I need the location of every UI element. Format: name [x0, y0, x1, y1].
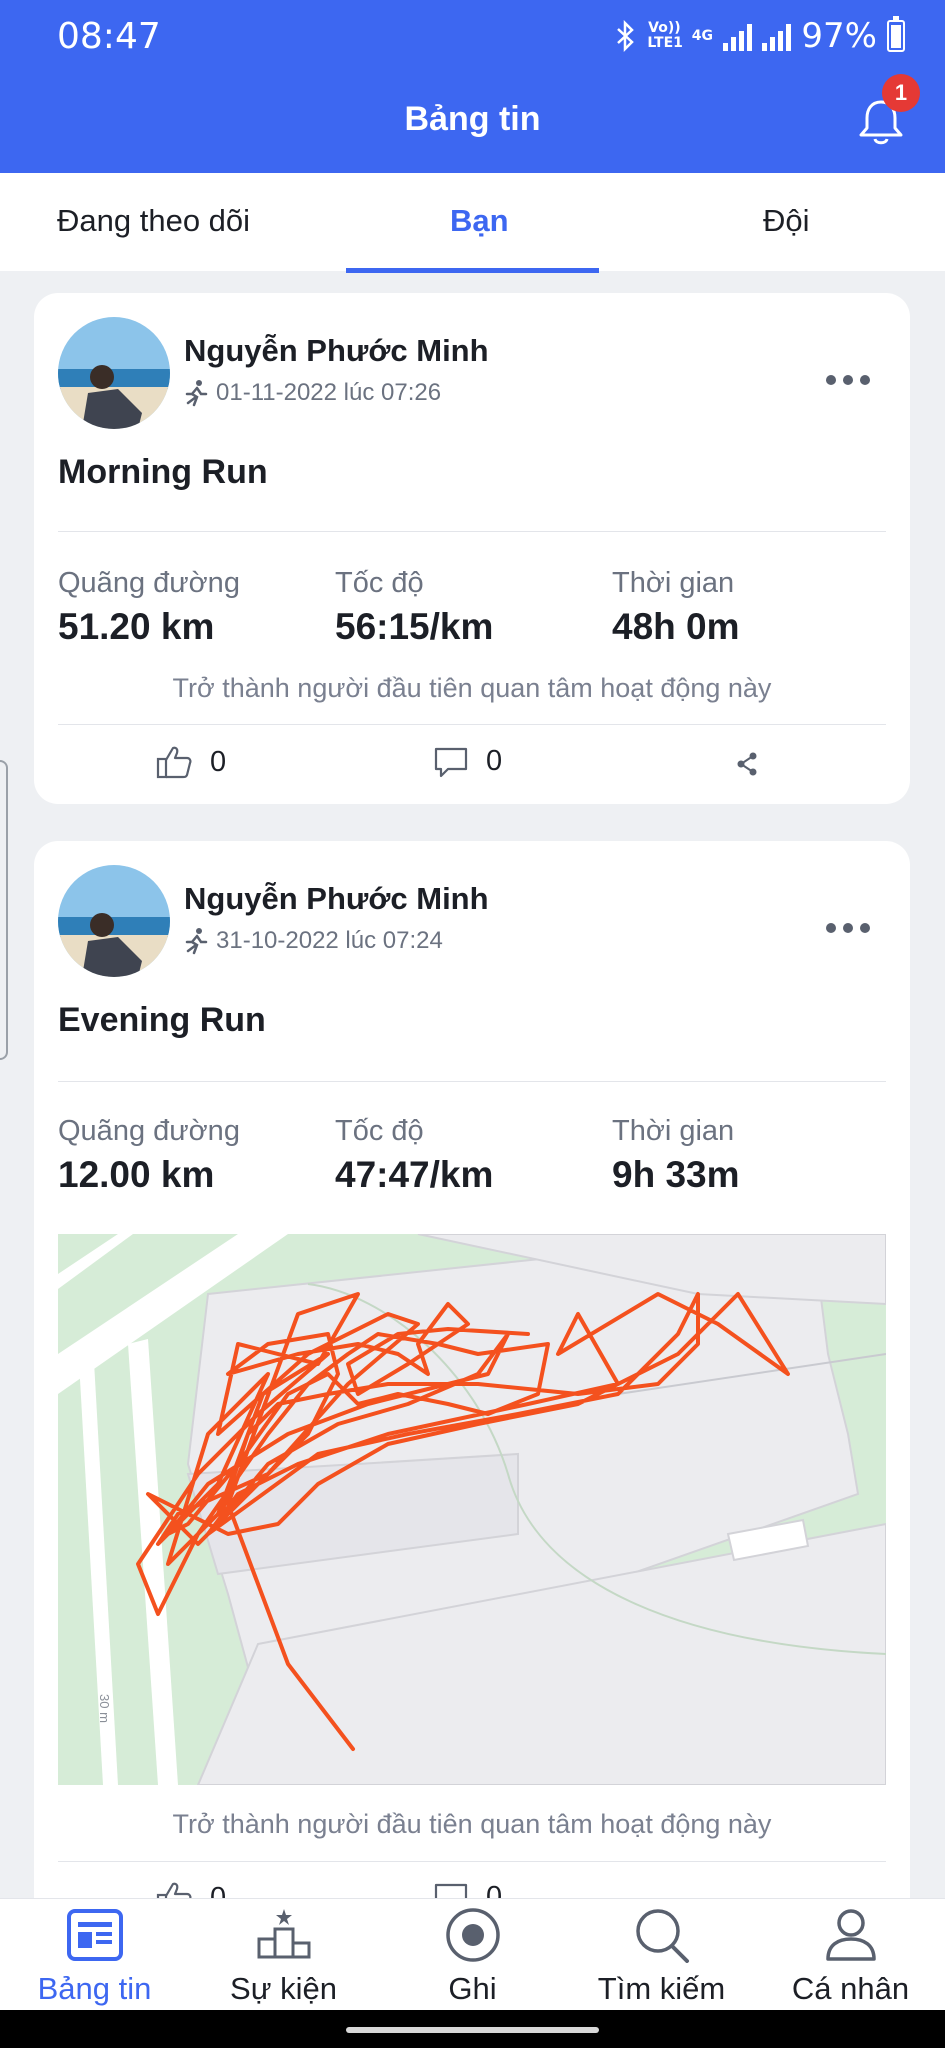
- thumbs-up-icon: [156, 746, 192, 779]
- nav-search[interactable]: Tìm kiếm: [567, 1899, 756, 2011]
- divider: [58, 1861, 886, 1862]
- more-options-icon[interactable]: [826, 373, 870, 387]
- nav-newsfeed[interactable]: Bảng tin: [0, 1899, 189, 2011]
- stat-distance-value: 51.20 km: [58, 606, 215, 647]
- running-icon: [185, 380, 208, 407]
- tab-team[interactable]: Đội: [763, 203, 810, 239]
- nav-events[interactable]: Sự kiện: [189, 1899, 378, 2011]
- nav-label: Ghi: [448, 1971, 497, 2006]
- status-bar: 08:47 Vo)) LTE1 4G 97%: [0, 0, 945, 74]
- tab-friends[interactable]: Bạn: [450, 203, 509, 239]
- stat-time-label: Thời gian: [612, 567, 735, 599]
- status-time: 08:47: [57, 16, 161, 57]
- map-scale-label: 30 m: [97, 1694, 112, 1723]
- running-icon: [185, 928, 208, 955]
- edge-panel-handle[interactable]: [0, 760, 8, 1060]
- battery-icon: [887, 16, 905, 52]
- user-name[interactable]: Nguyễn Phước Minh: [184, 881, 489, 917]
- divider: [58, 724, 886, 725]
- stat-pace-value: 47:47/km: [335, 1154, 494, 1195]
- battery-percent: 97%: [801, 16, 877, 56]
- stat-distance-value: 12.00 km: [58, 1154, 215, 1195]
- record-icon: [446, 1908, 500, 1962]
- stat-time-value: 9h 33m: [612, 1154, 740, 1195]
- stat-pace-label: Tốc độ: [335, 567, 424, 599]
- comment-count: 0: [486, 745, 503, 777]
- activity-title[interactable]: Evening Run: [58, 1001, 266, 1040]
- activity-title[interactable]: Morning Run: [58, 453, 268, 492]
- newsfeed-icon: [67, 1909, 123, 1961]
- avatar[interactable]: [58, 865, 170, 977]
- comment-icon: [434, 747, 468, 777]
- activity-meta: 01-11-2022 lúc 07:26: [184, 379, 441, 407]
- tab-following[interactable]: Đang theo dõi: [57, 203, 250, 239]
- activity-meta: 31-10-2022 lúc 07:24: [184, 927, 443, 955]
- network-tag: 4G: [691, 27, 714, 44]
- nav-label: Tìm kiếm: [597, 1971, 726, 2006]
- like-button[interactable]: 0: [156, 745, 226, 779]
- activity-datetime: 01-11-2022 lúc 07:26: [216, 379, 442, 406]
- be-first-prompt: Trở thành người đầu tiên quan tâm hoạt đ…: [172, 1809, 772, 1839]
- stat-distance-label: Quãng đường: [58, 567, 240, 599]
- nav-label: Cá nhân: [791, 1971, 910, 2006]
- like-count: 0: [210, 745, 227, 778]
- stat-time-label: Thời gian: [612, 1115, 735, 1147]
- home-indicator[interactable]: [346, 2027, 599, 2033]
- events-icon: [257, 1909, 311, 1959]
- more-options-icon[interactable]: [826, 921, 870, 935]
- profile-icon: [826, 1909, 876, 1961]
- active-tab-indicator: [346, 268, 599, 273]
- route-map[interactable]: 30 m: [58, 1234, 886, 1785]
- user-name[interactable]: Nguyễn Phước Minh: [184, 333, 489, 369]
- comment-button[interactable]: 0: [434, 745, 502, 778]
- stat-pace-label: Tốc độ: [335, 1115, 424, 1147]
- svg-text:30 m: 30 m: [97, 1694, 112, 1723]
- notification-badge: 1: [882, 74, 920, 112]
- search-icon: [636, 1909, 689, 1963]
- nav-label: Bảng tin: [37, 1971, 152, 2006]
- activity-datetime: 31-10-2022 lúc 07:24: [216, 927, 443, 954]
- feed-tabs: Đang theo dõi Bạn Đội: [0, 173, 945, 271]
- avatar[interactable]: [58, 317, 170, 429]
- page-title: Bảng tin: [404, 100, 541, 138]
- volte-tag: Vo)) LTE1: [647, 20, 683, 51]
- nav-record[interactable]: Ghi: [378, 1899, 567, 2011]
- signal-icon: [723, 21, 753, 51]
- divider: [58, 531, 886, 532]
- stat-distance-label: Quãng đường: [58, 1115, 240, 1147]
- activity-card[interactable]: Nguyễn Phước Minh 01-11-2022 lúc 07:26 M…: [34, 293, 910, 804]
- nav-profile[interactable]: Cá nhân: [756, 1899, 945, 2011]
- share-icon[interactable]: [736, 751, 758, 777]
- stat-time-value: 48h 0m: [612, 606, 740, 647]
- stat-pace-value: 56:15/km: [335, 606, 494, 647]
- app-header: Bảng tin: [0, 74, 945, 173]
- bluetooth-icon: [617, 20, 635, 52]
- be-first-prompt: Trở thành người đầu tiên quan tâm hoạt đ…: [172, 673, 772, 703]
- signal-icon: [762, 21, 792, 51]
- bottom-navigation: Bảng tin Sự kiện Ghi Tìm kiếm Cá nhân: [0, 1898, 945, 2011]
- nav-label: Sự kiện: [230, 1971, 337, 2006]
- activity-card[interactable]: Nguyễn Phước Minh 31-10-2022 lúc 07:24 E…: [34, 841, 910, 1941]
- divider: [58, 1081, 886, 1082]
- status-icons: Vo)) LTE1 4G 97%: [615, 16, 905, 56]
